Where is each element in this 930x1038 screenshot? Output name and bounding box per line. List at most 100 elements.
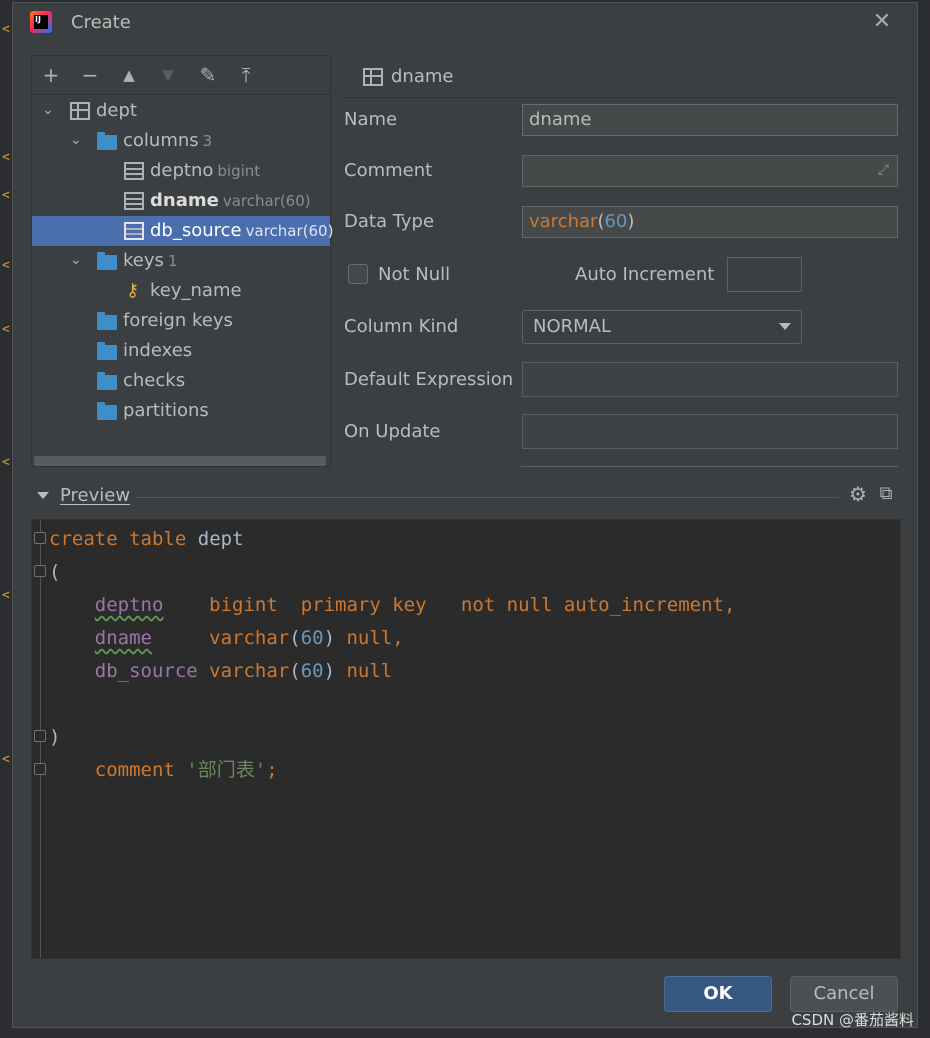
horizontal-scrollbar[interactable]	[34, 456, 326, 466]
on-update-field[interactable]	[522, 414, 898, 449]
chevron-down-icon[interactable]: ⌄	[42, 103, 56, 117]
table-name: dept	[96, 100, 137, 121]
background-marker: <	[2, 22, 10, 37]
edit-icon[interactable]: ✎	[197, 64, 219, 86]
sql-keyword: null,	[346, 627, 404, 649]
sql-preview-editor[interactable]: create table dept ( deptno bigint primar…	[31, 519, 901, 959]
open-in-editor-icon[interactable]: ⧉	[875, 483, 897, 505]
sql-type: varchar	[209, 627, 290, 649]
move-down-icon[interactable]: ▼	[157, 64, 179, 86]
tree-node-column-selected[interactable]: db_source varchar(60)	[32, 216, 333, 246]
folder-icon	[97, 132, 117, 150]
code-line: )	[49, 726, 61, 748]
fold-marker-icon[interactable]	[34, 730, 46, 742]
default-expression-label: Default Expression	[344, 369, 514, 390]
data-type-field[interactable]: varchar(60)	[522, 206, 898, 238]
table-name: dept	[197, 528, 244, 550]
data-type-paren: )	[627, 211, 635, 232]
background-marker: <	[2, 150, 10, 165]
tree-node-column[interactable]: dname varchar(60)	[32, 186, 330, 216]
group-count: 1	[167, 252, 178, 270]
sql-keyword: primary key	[300, 594, 427, 616]
tree-node-column[interactable]: deptno bigint	[32, 156, 330, 186]
tree-node-foreign-keys[interactable]: foreign keys	[32, 306, 330, 336]
background-marker: <	[2, 322, 10, 337]
data-type-label: Data Type	[344, 211, 435, 232]
sql-string: '部门表'	[186, 759, 267, 781]
on-update-label: On Update	[344, 421, 441, 442]
close-icon[interactable]: ✕	[871, 11, 893, 33]
column-kind-label: Column Kind	[344, 316, 459, 337]
background-marker: <	[2, 258, 10, 273]
code-line: deptno bigint primary key not null auto_…	[49, 594, 736, 616]
column-kind-value: NORMAL	[533, 316, 612, 337]
sql-keyword: not null auto_increment,	[460, 594, 736, 616]
group-label: indexes	[123, 340, 193, 361]
intellij-app-icon: IJ	[30, 11, 52, 33]
code-line: db_source varchar(60) null	[94, 660, 393, 682]
column-kind-select[interactable]: NORMAL	[522, 310, 802, 344]
move-to-top-icon[interactable]: ⤒	[235, 64, 257, 86]
column-detail-title: dname	[391, 66, 454, 87]
expand-icon[interactable]: ⤢	[878, 163, 889, 177]
folder-icon	[97, 342, 117, 360]
background-marker: <	[2, 188, 10, 203]
preview-label[interactable]: Preview	[60, 485, 130, 506]
folder-icon	[97, 402, 117, 420]
name-field[interactable]: dname	[522, 104, 898, 136]
auto-increment-field[interactable]	[727, 257, 802, 292]
group-label: checks	[123, 370, 186, 391]
fold-marker-icon[interactable]	[34, 565, 46, 577]
column-name: db_source	[150, 220, 242, 241]
column-detail-header: dname	[343, 57, 899, 98]
comment-field[interactable]: ⤢	[522, 155, 898, 187]
sql-type: bigint	[209, 594, 278, 616]
comment-label: Comment	[344, 160, 433, 181]
remove-icon[interactable]: −	[79, 64, 101, 86]
fold-marker-icon[interactable]	[34, 763, 46, 775]
column-identifier: deptno	[94, 594, 164, 616]
sql-number: 60	[300, 627, 324, 649]
group-count: 3	[202, 132, 213, 150]
tree-node-columns[interactable]: ⌄ columns 3	[32, 126, 330, 156]
ok-button[interactable]: OK	[664, 976, 772, 1012]
preview-header: Preview ⚙ ⧉	[31, 483, 899, 511]
tree-node-keys[interactable]: ⌄ keys 1	[32, 246, 330, 276]
not-null-checkbox[interactable]	[348, 264, 368, 284]
move-up-icon[interactable]: ▲	[118, 64, 140, 86]
background-marker: <	[2, 588, 10, 603]
structure-tree-panel: + − ▲ ▼ ✎ ⤒ ⌄ dept ⌄ columns 3 deptno bigi…	[31, 55, 333, 467]
divider	[136, 497, 839, 498]
chevron-down-icon[interactable]: ⌄	[70, 133, 84, 147]
not-null-label: Not Null	[378, 264, 451, 285]
tree-node-checks[interactable]: checks	[32, 366, 330, 396]
cancel-button[interactable]: Cancel	[790, 976, 898, 1012]
column-type: varchar(60)	[222, 192, 311, 210]
title-bar: IJ Create ✕	[13, 3, 917, 43]
folder-icon	[97, 372, 117, 390]
group-label: foreign keys	[123, 310, 233, 331]
folder-icon	[97, 252, 117, 270]
gear-icon[interactable]: ⚙	[847, 483, 869, 505]
sql-keyword: null	[346, 660, 393, 682]
column-icon	[124, 222, 144, 240]
tree-node-indexes[interactable]: indexes	[32, 336, 330, 366]
tree-node-key[interactable]: ⚷ key_name	[32, 276, 330, 306]
dropdown-arrow-icon	[779, 323, 791, 330]
default-expression-field[interactable]	[522, 362, 898, 397]
fold-marker-icon[interactable]	[34, 532, 46, 544]
add-icon[interactable]: +	[40, 64, 62, 86]
column-type: bigint	[217, 162, 261, 180]
sql-keyword: table	[129, 528, 187, 550]
tree-node-table[interactable]: ⌄ dept	[32, 96, 330, 126]
sql-number: 60	[300, 660, 324, 682]
key-icon: ⚷	[126, 280, 140, 301]
tree-node-partitions[interactable]: partitions	[32, 396, 330, 426]
sql-semicolon: ;	[266, 759, 278, 781]
chevron-down-icon[interactable]: ⌄	[70, 253, 84, 267]
code-line: (	[49, 561, 61, 583]
collapse-triangle-icon[interactable]	[37, 492, 49, 499]
table-icon	[70, 102, 90, 120]
folder-icon	[97, 312, 117, 330]
auto-increment-label: Auto Increment	[575, 264, 715, 285]
